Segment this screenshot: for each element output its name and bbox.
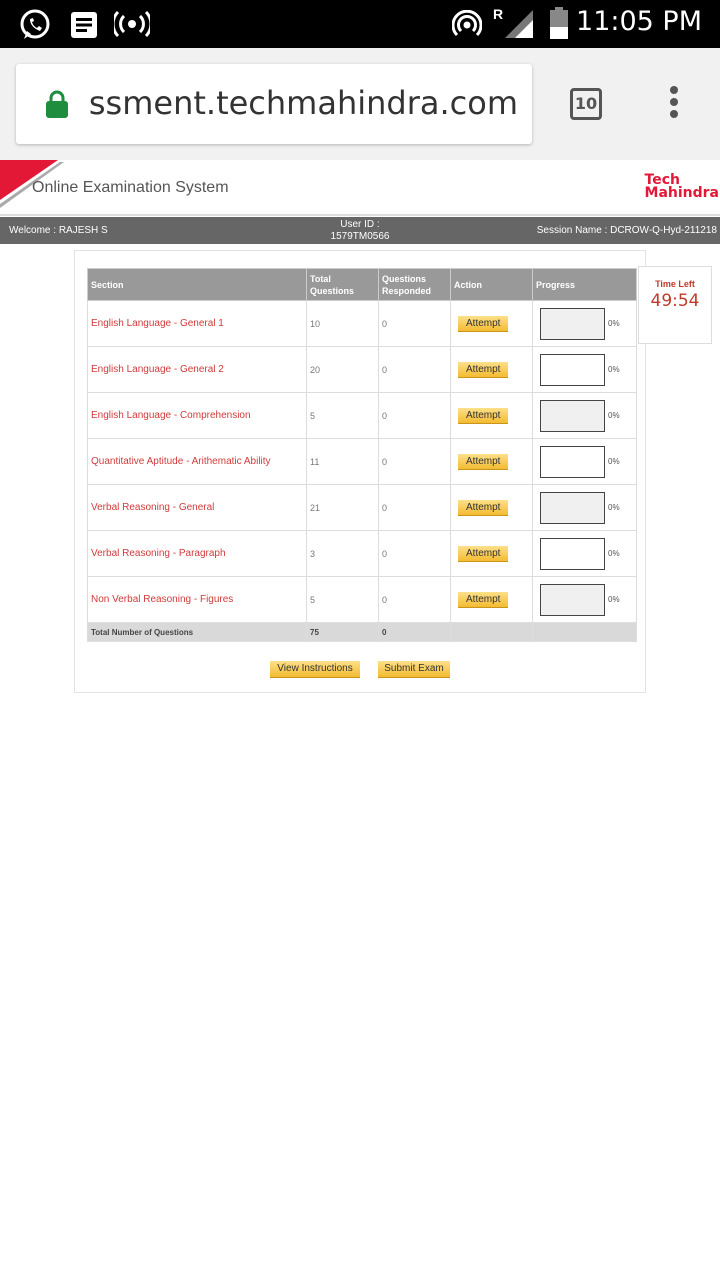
questions-responded: 0 xyxy=(378,392,451,439)
url-text[interactable]: assessment.techmahindra.com xyxy=(88,84,518,122)
time-left-label: Time Left xyxy=(655,279,695,289)
progress-bar xyxy=(540,445,605,478)
progress-percent: 0% xyxy=(608,319,620,328)
total-questions: 3 xyxy=(306,530,379,577)
section-name: Non Verbal Reasoning - Figures xyxy=(87,576,307,623)
hotspot-icon xyxy=(114,10,150,38)
progress-percent: 0% xyxy=(608,411,620,420)
sections-table: Section Total Questions Questions Respon… xyxy=(87,268,637,642)
attempt-button[interactable]: Attempt xyxy=(458,315,509,332)
progress-percent: 0% xyxy=(608,503,620,512)
lock-icon xyxy=(46,90,68,118)
site-title: Online Examination System xyxy=(32,179,229,196)
questions-responded: 0 xyxy=(378,438,451,485)
clock: 11:05 PM xyxy=(576,6,702,37)
attempt-button[interactable]: Attempt xyxy=(458,453,509,470)
header-questions-responded: Questions Responded xyxy=(378,268,451,301)
table-row: Verbal Reasoning - Paragraph 3 0 Attempt… xyxy=(87,530,637,577)
table-row: Verbal Reasoning - General 21 0 Attempt … xyxy=(87,484,637,531)
questions-responded: 0 xyxy=(378,576,451,623)
total-questions: 20 xyxy=(306,346,379,393)
info-bar: Welcome : RAJESH S User ID : 1579TM0566 … xyxy=(0,217,720,244)
battery-icon xyxy=(550,7,568,39)
progress-bar xyxy=(540,399,605,432)
time-left-value: 49:54 xyxy=(650,291,700,311)
user-id-label: User ID : xyxy=(340,219,380,230)
header-total-questions: Total Questions xyxy=(306,268,379,301)
total-questions: 11 xyxy=(306,438,379,485)
section-name: Verbal Reasoning - Paragraph xyxy=(87,530,307,577)
whatsapp-icon xyxy=(20,9,50,39)
browser-menu-icon[interactable] xyxy=(668,86,680,122)
attempt-button[interactable]: Attempt xyxy=(458,499,509,516)
section-name: Verbal Reasoning - General xyxy=(87,484,307,531)
section-name: Quantitative Aptitude - Arithematic Abil… xyxy=(87,438,307,485)
progress-bar xyxy=(540,583,605,616)
table-row: Quantitative Aptitude - Arithematic Abil… xyxy=(87,438,637,485)
tab-switcher-button[interactable]: 10 xyxy=(570,88,602,120)
brand-line2: Mahindra xyxy=(644,185,719,201)
attempt-button[interactable]: Attempt xyxy=(458,407,509,424)
progress-bar xyxy=(540,491,605,524)
progress-bar xyxy=(540,307,605,340)
header-action: Action xyxy=(450,268,533,301)
questions-responded: 0 xyxy=(378,346,451,393)
progress-percent: 0% xyxy=(608,595,620,604)
table-header-row: Section Total Questions Questions Respon… xyxy=(87,268,637,301)
view-instructions-button[interactable]: View Instructions xyxy=(270,661,360,678)
total-questions: 21 xyxy=(306,484,379,531)
total-questions: 10 xyxy=(306,300,379,347)
attempt-button[interactable]: Attempt xyxy=(458,545,509,562)
progress-percent: 0% xyxy=(608,365,620,374)
welcome-text: Welcome : RAJESH S xyxy=(9,225,108,236)
total-action-empty xyxy=(450,622,533,642)
total-questions-sum: 75 xyxy=(306,622,379,642)
roaming-indicator: R xyxy=(493,6,504,22)
table-row: Non Verbal Reasoning - Figures 5 0 Attem… xyxy=(87,576,637,623)
progress-percent: 0% xyxy=(608,549,620,558)
questions-responded: 0 xyxy=(378,300,451,347)
section-name: English Language - General 2 xyxy=(87,346,307,393)
section-name: English Language - General 1 xyxy=(87,300,307,347)
attempt-button[interactable]: Attempt xyxy=(458,591,509,608)
notes-icon xyxy=(71,12,97,38)
user-id-value: 1579TM0566 xyxy=(330,231,390,242)
header-progress: Progress xyxy=(532,268,637,301)
attempt-button[interactable]: Attempt xyxy=(458,361,509,378)
browser-toolbar: assessment.techmahindra.com 10 xyxy=(0,48,720,160)
wifi-tethering-icon xyxy=(452,10,482,37)
total-questions: 5 xyxy=(306,576,379,623)
table-row: English Language - General 2 20 0 Attemp… xyxy=(87,346,637,393)
total-responded-sum: 0 xyxy=(378,622,451,642)
total-row: Total Number of Questions 75 0 xyxy=(87,622,637,642)
address-bar[interactable]: assessment.techmahindra.com xyxy=(16,64,532,144)
header-section: Section xyxy=(87,268,307,301)
session-name: Session Name : DCROW-Q-Hyd-211218 xyxy=(536,225,717,236)
brand-logo: Tech Mahindra xyxy=(644,173,719,201)
progress-percent: 0% xyxy=(608,457,620,466)
total-questions: 5 xyxy=(306,392,379,439)
total-label: Total Number of Questions xyxy=(87,622,307,642)
progress-bar xyxy=(540,537,605,570)
total-progress-empty xyxy=(532,622,637,642)
table-row: English Language - General 1 10 0 Attemp… xyxy=(87,300,637,347)
progress-bar xyxy=(540,353,605,386)
section-name: English Language - Comprehension xyxy=(87,392,307,439)
status-bar: R 11:05 PM xyxy=(0,0,720,48)
user-id-block: User ID : 1579TM0566 xyxy=(300,219,420,243)
table-row: English Language - Comprehension 5 0 Att… xyxy=(87,392,637,439)
site-header: Online Examination System Tech Mahindra xyxy=(0,160,720,216)
questions-responded: 0 xyxy=(378,484,451,531)
signal-icon xyxy=(505,10,533,38)
questions-responded: 0 xyxy=(378,530,451,577)
time-left-box: Time Left 49:54 xyxy=(638,266,712,344)
submit-exam-button[interactable]: Submit Exam xyxy=(378,661,450,678)
